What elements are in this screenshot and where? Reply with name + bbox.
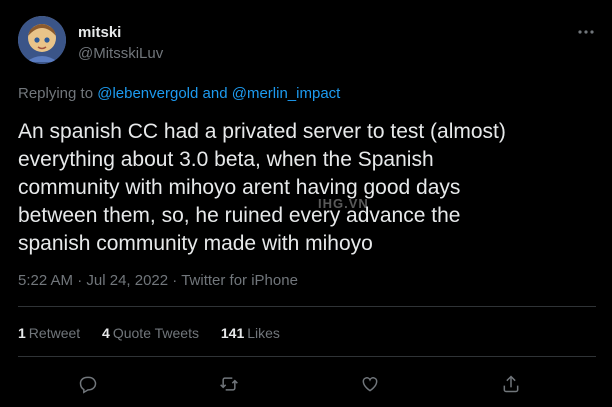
quote-tweets-stat[interactable]: 4 Quote Tweets bbox=[102, 325, 199, 341]
avatar-image bbox=[18, 16, 66, 64]
reply-icon bbox=[79, 376, 97, 394]
replying-conjunction: and bbox=[202, 85, 228, 102]
share-button[interactable] bbox=[494, 368, 528, 400]
user-handle[interactable]: @MitsskiLuv bbox=[78, 45, 163, 62]
meta-separator: · bbox=[172, 272, 178, 289]
quote-tweets-count: 4 bbox=[102, 325, 110, 341]
tweet-text-line: spanish community made with mihoyo bbox=[18, 232, 373, 255]
tweet-text-line: community with mihoyo arent having good … bbox=[18, 176, 461, 199]
mention-link-1[interactable]: @lebenvergold bbox=[97, 85, 198, 102]
tweet-date[interactable]: Jul 24, 2022 bbox=[86, 272, 168, 289]
retweet-button[interactable] bbox=[212, 368, 246, 400]
retweets-stat[interactable]: 1 Retweet bbox=[18, 325, 80, 341]
likes-stat[interactable]: 141 Likes bbox=[221, 325, 280, 341]
replying-to-label: Replying to bbox=[18, 85, 94, 102]
more-icon[interactable] bbox=[574, 22, 598, 42]
display-name[interactable]: mitski bbox=[78, 24, 121, 41]
replying-to: Replying to @lebenvergold and @merlin_im… bbox=[18, 85, 340, 102]
mention-link-2[interactable]: @merlin_impact bbox=[232, 85, 341, 102]
retweet-icon bbox=[220, 377, 238, 391]
quote-tweets-label: Quote Tweets bbox=[112, 325, 199, 341]
tweet-text: An spanish CC had a privated server to t… bbox=[18, 118, 598, 258]
tweet-text-line: between them, so, he ruined every advanc… bbox=[18, 204, 461, 227]
tweet-header: mitski @MitsskiLuv bbox=[18, 14, 598, 70]
likes-label: Likes bbox=[247, 325, 280, 341]
tweet-text-line: An spanish CC had a privated server to t… bbox=[18, 120, 506, 143]
likes-count: 141 bbox=[220, 325, 245, 341]
reply-button[interactable] bbox=[71, 368, 105, 400]
tweet-stats: 1 Retweet 4 Quote Tweets 141 Likes bbox=[18, 325, 298, 341]
tweet-source[interactable]: Twitter for iPhone bbox=[181, 272, 298, 289]
tweet-text-line: everything about 3.0 beta, when the Span… bbox=[18, 148, 434, 171]
tweet-card: mitski @MitsskiLuv Replying to @lebenver… bbox=[0, 0, 612, 407]
retweets-label: Retweet bbox=[28, 325, 81, 341]
tweet-time[interactable]: 5:22 AM bbox=[18, 272, 73, 289]
meta-separator: · bbox=[77, 272, 83, 289]
like-button[interactable] bbox=[353, 368, 387, 400]
avatar[interactable] bbox=[18, 16, 66, 64]
divider bbox=[18, 306, 596, 307]
retweets-count: 1 bbox=[18, 325, 26, 341]
tweet-actions bbox=[0, 368, 612, 400]
like-icon bbox=[362, 377, 378, 392]
divider bbox=[18, 356, 596, 357]
share-icon bbox=[503, 375, 519, 393]
tweet-meta: 5:22 AM · Jul 24, 2022 · Twitter for iPh… bbox=[18, 272, 298, 289]
